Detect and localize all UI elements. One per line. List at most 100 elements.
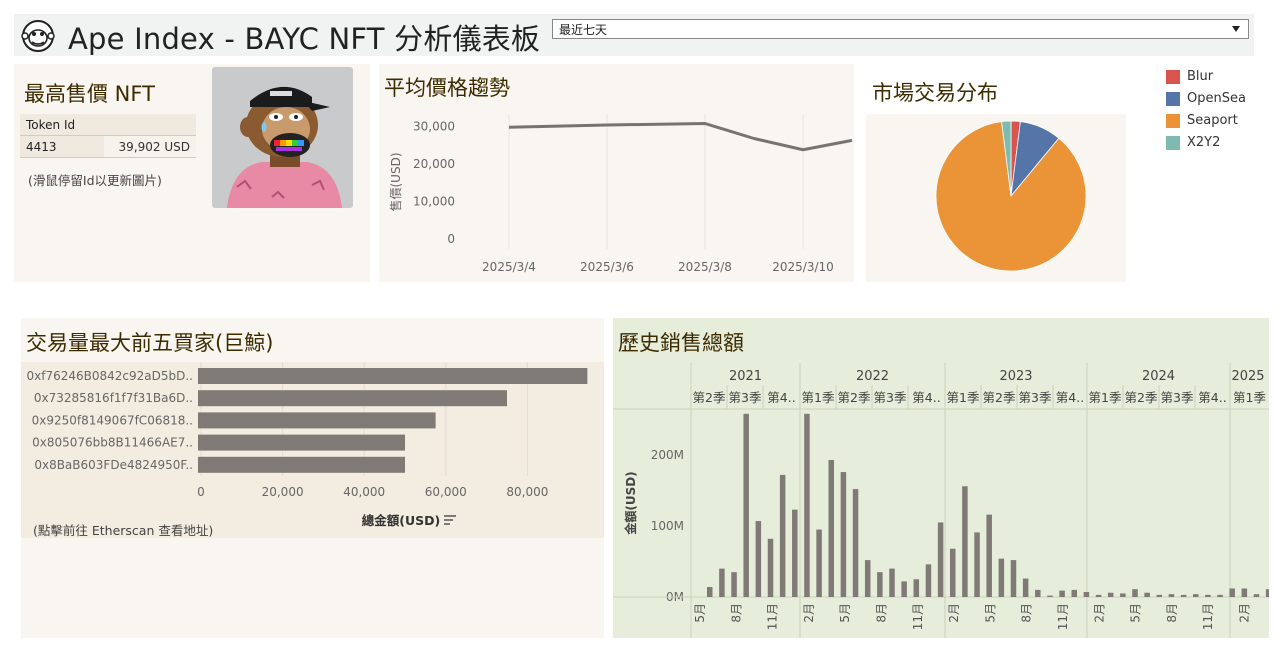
year-label: 2024	[1142, 369, 1175, 384]
history-bar	[1265, 589, 1269, 597]
history-bar	[816, 529, 822, 597]
history-bar	[1253, 594, 1260, 597]
history-bar	[1241, 588, 1248, 597]
legend-swatch-blur[interactable]	[1166, 70, 1180, 84]
history-bar	[852, 489, 859, 597]
quarter-label: 第2季	[1125, 390, 1158, 405]
history-bar	[743, 413, 749, 597]
history-bar	[1132, 589, 1138, 597]
history-bar	[1035, 589, 1041, 597]
history-bar	[986, 514, 992, 597]
history-bar	[828, 459, 834, 597]
history-bar	[1095, 594, 1102, 597]
history-bar	[1107, 592, 1114, 597]
year-label: 2022	[856, 369, 889, 384]
y-axis-label: 售價(USD)	[388, 152, 403, 211]
history-bar-chart: 2021 2022 2023 2024 2025第2季 第3季 第4.. 第1季 第2季 第3季第…	[613, 363, 1269, 638]
history-bar	[1180, 594, 1187, 597]
month-tick-label: 5月	[838, 603, 852, 623]
quarter-label: 第3季	[1161, 390, 1194, 405]
date-range-select[interactable]: 最近七天	[552, 19, 1249, 39]
buyer-address-label: 0xf76246B0842c92aD5bD..	[27, 369, 194, 383]
x-tick-label: 2025/3/4	[482, 260, 536, 274]
avg-price-line-chart: 30,000 20,000 10,000 0 售價(USD) 2025/3/4 2025/3…	[388, 114, 853, 274]
buyer-bar	[198, 456, 405, 473]
month-tick-label: 11月	[1056, 603, 1070, 630]
history-bar	[1193, 594, 1199, 597]
buyer-address-label: 0x9250f8149067fC06818..	[32, 413, 193, 427]
history-bar	[1083, 592, 1090, 597]
quarter-label: 第2季	[983, 390, 1016, 405]
month-tick-label: 2月	[1092, 603, 1106, 623]
hover-hint: (滑鼠停留Id以更新圖片)	[28, 173, 162, 188]
market-panel: 市場交易分布 Blur OpenSea Seaport X2Y2	[864, 64, 1254, 282]
legend-swatch-x2y2[interactable]	[1166, 136, 1180, 150]
history-bar	[1047, 595, 1053, 597]
month-tick-label: 8月	[1165, 603, 1179, 623]
chevron-down-icon[interactable]	[1232, 26, 1240, 32]
legend-swatch-opensea[interactable]	[1166, 92, 1180, 106]
quarter-label: 第3季	[1019, 390, 1052, 405]
x-tick-label: 2025/3/8	[678, 260, 732, 274]
history-bar	[1205, 594, 1211, 597]
x-tick-label: 40,000	[343, 485, 385, 499]
buyer-address-label: 0x8BaB603FDe4824950F..	[34, 458, 193, 472]
year-label: 2023	[999, 369, 1032, 384]
x-axis-label: 總金額(USD)	[362, 513, 440, 528]
month-tick-label: 2月	[1238, 603, 1252, 623]
history-bar	[1168, 594, 1175, 597]
table-row[interactable]: 4413 39,902 USD	[20, 136, 196, 158]
dashboard-title: Ape Index - BAYC NFT 分析儀表板	[68, 22, 541, 56]
legend-label-opensea[interactable]: OpenSea	[1187, 91, 1246, 106]
buyer-bar	[198, 390, 507, 407]
buyer-address-label: 0x73285816f1f7f31Ba6D..	[34, 391, 193, 405]
y-axis-label: 金額(USD)	[623, 471, 638, 535]
history-bar	[974, 532, 980, 597]
top-buyers-panel: 交易量最大前五買家(巨鯨) 0 20,000 40,000 60,000 80,000 0…	[21, 318, 604, 638]
history-bar	[755, 521, 762, 597]
x-tick-label: 60,000	[425, 485, 467, 499]
y-tick-label: 200M	[651, 448, 684, 462]
history-bar	[840, 472, 847, 597]
history-bar	[1022, 578, 1029, 597]
buyer-bar	[198, 434, 405, 451]
buyer-bar	[198, 412, 436, 429]
legend-label-x2y2[interactable]: X2Y2	[1187, 135, 1220, 150]
sort-icon	[444, 515, 456, 525]
top-sale-table: Token Id 4413 39,902 USD	[20, 114, 196, 158]
quarter-label: 第1季	[802, 390, 835, 405]
legend-label-seaport[interactable]: Seaport	[1187, 113, 1238, 128]
date-range-value: 最近七天	[559, 23, 608, 37]
history-bar	[1229, 588, 1235, 597]
month-tick-label: 8月	[729, 603, 743, 623]
history-bar	[1120, 593, 1126, 597]
x-tick-label: 20,000	[262, 485, 304, 499]
etherscan-hint: (點擊前往 Etherscan 查看地址)	[33, 523, 214, 538]
avg-price-panel: 平均價格趨勢 30,000 20,000 10,000 0 售價(USD) 2025/3/…	[379, 64, 854, 282]
history-bar	[937, 522, 944, 597]
nft-ape-image	[212, 67, 353, 208]
token-id-cell[interactable]: 4413	[20, 136, 104, 157]
buyer-bar	[198, 368, 588, 384]
month-tick-label: 5月	[983, 603, 997, 623]
year-label: 2025	[1231, 369, 1264, 384]
legend-label-blur[interactable]: Blur	[1187, 69, 1213, 84]
dashboard-header: Ape Index - BAYC NFT 分析儀表板 最近七天	[14, 14, 1254, 56]
history-bar	[707, 587, 713, 597]
legend-swatch-seaport[interactable]	[1166, 114, 1180, 128]
quarter-label: 第4..	[1056, 390, 1084, 405]
history-bar	[950, 548, 956, 597]
history-bar	[1059, 590, 1065, 597]
top-sale-panel: 最高售價 NFT Token Id 4413 39,902 USD (滑鼠停留I…	[14, 64, 370, 282]
quarter-label: 第1季	[947, 390, 980, 405]
quarter-label: 第4..	[912, 390, 940, 405]
history-bar	[779, 474, 786, 597]
quarter-label: 第2季	[693, 390, 726, 405]
history-bar	[719, 568, 725, 597]
month-tick-label: 2月	[802, 603, 816, 623]
quarter-label: 第3季	[874, 390, 907, 405]
avg-price-line	[508, 122, 853, 152]
history-bar	[962, 486, 968, 597]
year-label: 2021	[729, 369, 762, 384]
month-tick-label: 8月	[875, 603, 889, 623]
